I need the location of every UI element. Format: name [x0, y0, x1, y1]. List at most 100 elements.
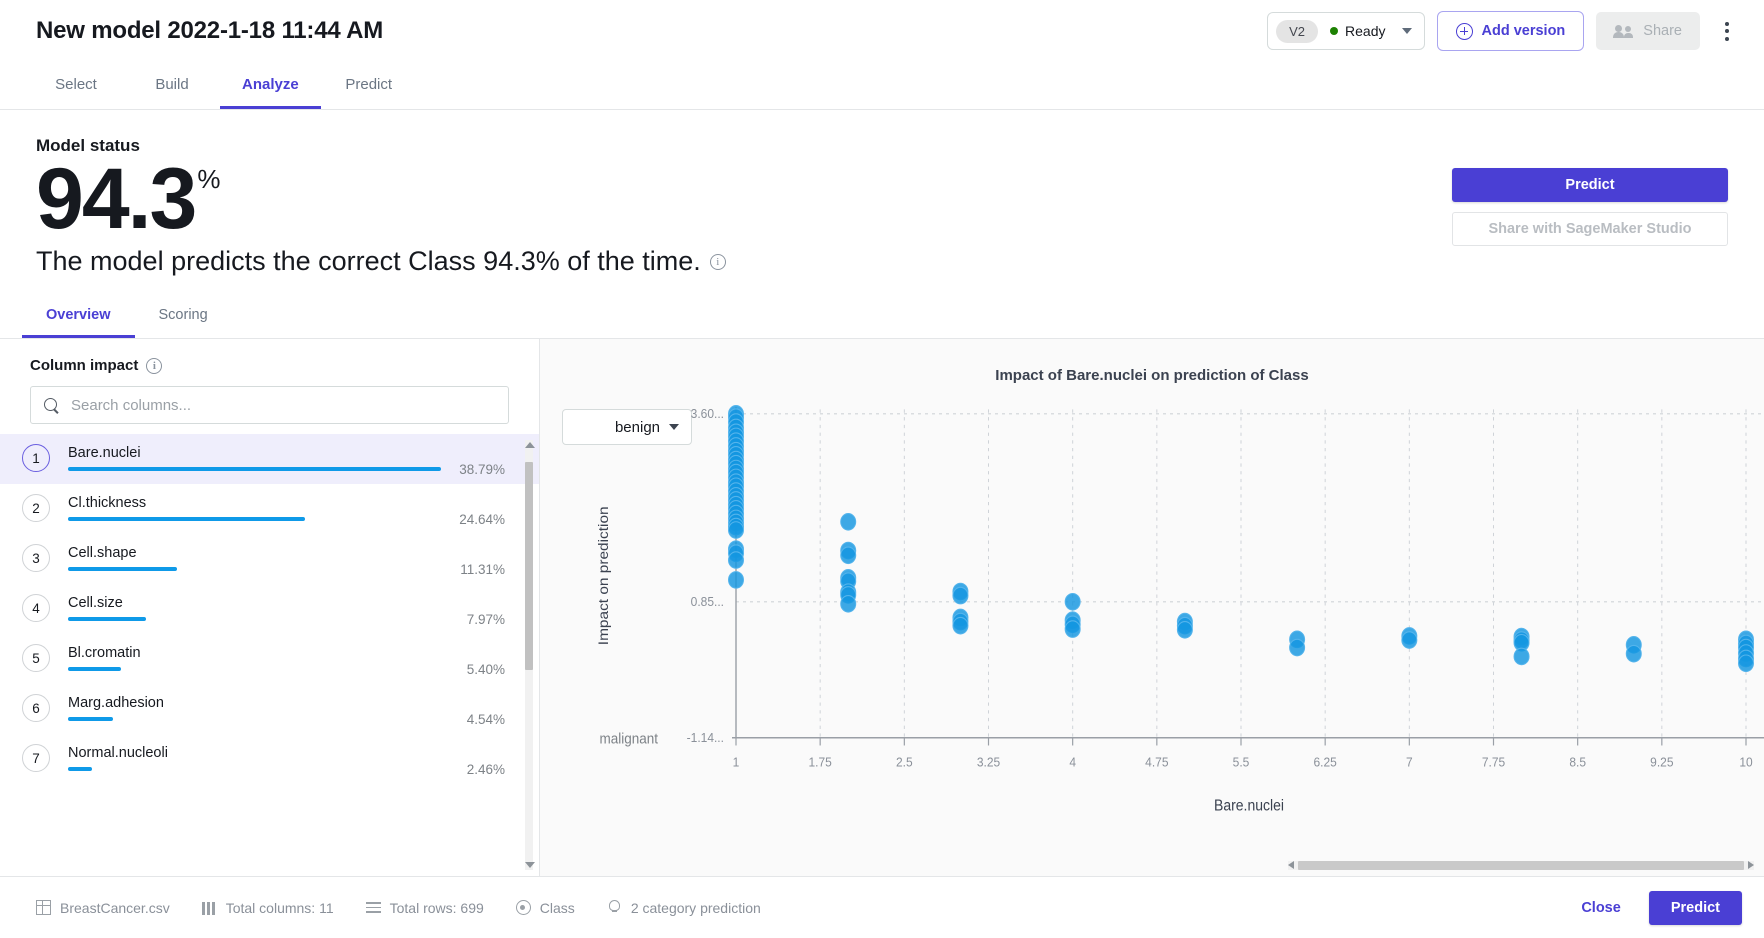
column-impact-row[interactable]: 4 Cell.size 7.97%: [0, 584, 539, 634]
predict-button[interactable]: Predict: [1452, 168, 1728, 202]
column-impact-row[interactable]: 3 Cell.shape 11.31%: [0, 534, 539, 584]
meta-total-rows: Total rows: 699: [365, 900, 484, 916]
impact-percent: 11.31%: [460, 562, 505, 578]
main-tabs: Select Build Analyze Predict: [0, 62, 1764, 110]
chart-horizontal-scrollbar[interactable]: [1288, 861, 1754, 870]
impact-bar-track: [68, 467, 442, 471]
column-impact-row[interactable]: 6 Marg.adhesion 4.54%: [0, 684, 539, 734]
svg-text:8.5: 8.5: [1569, 755, 1586, 770]
accuracy-sentence: The model predicts the correct Class 94.…: [36, 246, 1728, 277]
status-dot-icon: [1330, 27, 1339, 35]
column-impact-panel: Column impact i 1 Bare.nuclei 38.79% 2 Cl.th…: [0, 339, 540, 876]
column-name: Marg.adhesion: [68, 695, 164, 712]
svg-text:malignant: malignant: [600, 731, 659, 748]
analysis-body: Column impact i 1 Bare.nuclei 38.79% 2 Cl.th…: [0, 339, 1764, 876]
columns-icon: [201, 900, 217, 915]
scrollbar-thumb[interactable]: [525, 462, 533, 671]
impact-bar-track: [68, 717, 449, 721]
scroll-right-arrow-icon[interactable]: [1748, 861, 1754, 869]
column-main: Marg.adhesion: [68, 684, 449, 721]
tab-build[interactable]: Build: [124, 62, 220, 109]
scatter-plot-svg[interactable]: 1 1.75 2.5 3.25 4 4.75 5.5 6.25 7 7.75 8.5 9.25 10 3.…: [540, 394, 1764, 824]
column-rank-badge: 4: [22, 594, 50, 623]
column-impact-row[interactable]: 7 Normal.nucleoli 2.46%: [0, 734, 539, 784]
search-box[interactable]: [30, 386, 509, 425]
impact-bar-fill: [68, 467, 442, 471]
info-icon[interactable]: i: [709, 253, 726, 270]
tab-predict[interactable]: Predict: [321, 62, 417, 109]
column-name: Normal.nucleoli: [68, 745, 168, 762]
footer-predict-button[interactable]: Predict: [1648, 890, 1742, 925]
column-main: Bare.nuclei: [68, 434, 442, 471]
column-main: Cell.size: [68, 584, 449, 621]
column-rank-badge: 7: [22, 744, 50, 773]
column-impact-list: 1 Bare.nuclei 38.79% 2 Cl.thickness 24.64% 3 Ce…: [0, 434, 539, 876]
subtab-scoring[interactable]: Scoring: [135, 295, 232, 338]
column-impact-info-icon[interactable]: i: [146, 357, 163, 374]
column-rank-badge: 6: [22, 694, 50, 723]
svg-text:-1.14...: -1.14...: [687, 731, 724, 746]
add-version-button[interactable]: Add version: [1436, 11, 1585, 51]
search-icon: [44, 397, 59, 413]
impact-bar-fill: [68, 667, 121, 671]
meta-total-columns: Total columns: 11: [201, 900, 334, 916]
column-impact-row[interactable]: 1 Bare.nuclei 38.79%: [0, 434, 539, 485]
tab-analyze[interactable]: Analyze: [220, 62, 321, 109]
target-icon: [515, 900, 531, 915]
meta-dataset: BreastCancer.csv: [36, 900, 170, 916]
impact-percent: 2.46%: [466, 762, 505, 778]
column-name: Cl.thickness: [68, 495, 147, 512]
model-status-section: Model status 94.3 % The model predicts t…: [0, 110, 1764, 277]
rows-icon: [365, 900, 381, 915]
share-sagemaker-button[interactable]: Share with SageMaker Studio: [1452, 212, 1728, 246]
search-input[interactable]: [71, 396, 495, 414]
column-impact-row[interactable]: 2 Cl.thickness 24.64%: [0, 484, 539, 534]
automl-model-analyze-page: New model 2022-1-18 11:44 AM V2 Ready Ad…: [0, 0, 1764, 938]
svg-text:1: 1: [733, 755, 740, 770]
svg-text:4: 4: [1069, 755, 1076, 770]
table-icon: [36, 900, 51, 915]
version-status-dropdown[interactable]: V2 Ready: [1267, 12, 1425, 50]
column-name: Cell.shape: [68, 545, 137, 562]
impact-bar-track: [68, 567, 442, 571]
column-name: Bl.cromatin: [68, 645, 141, 662]
meta-prediction-type: 2 category prediction: [607, 900, 761, 916]
analysis-subtabs: Overview Scoring: [0, 295, 1764, 340]
impact-bar-fill: [68, 617, 147, 621]
column-main: Cl.thickness: [68, 484, 441, 521]
add-version-label: Add version: [1481, 23, 1566, 39]
version-badge: V2: [1276, 19, 1319, 43]
svg-text:3.25: 3.25: [977, 755, 1000, 770]
svg-text:7.75: 7.75: [1482, 755, 1505, 770]
column-rank-badge: 3: [22, 544, 50, 573]
tab-select[interactable]: Select: [28, 62, 124, 109]
scroll-down-arrow-icon[interactable]: [525, 862, 535, 868]
impact-chart-panel: Impact of Bare.nuclei on prediction of C…: [540, 339, 1764, 876]
column-rank-badge: 5: [22, 644, 50, 673]
status-actions: Predict Share with SageMaker Studio: [1452, 168, 1728, 246]
svg-text:1.75: 1.75: [809, 755, 832, 770]
chevron-down-icon: [1401, 28, 1412, 34]
meta-target-column: Class: [515, 900, 575, 916]
column-rank-badge: 1: [22, 444, 50, 473]
column-impact-row[interactable]: 5 Bl.cromatin 5.40%: [0, 634, 539, 684]
hscroll-thumb[interactable]: [1298, 861, 1744, 870]
subtab-overview[interactable]: Overview: [22, 295, 135, 339]
more-options-icon[interactable]: [1712, 14, 1742, 48]
accuracy-value: 94.3: [36, 151, 197, 247]
lightbulb-icon: [607, 900, 622, 915]
page-title: New model 2022-1-18 11:44 AM: [36, 17, 384, 44]
column-impact-title: Column impact: [30, 357, 139, 375]
impact-bar-track: [68, 517, 441, 521]
scroll-left-arrow-icon[interactable]: [1288, 861, 1294, 869]
scroll-up-arrow-icon[interactable]: [525, 442, 535, 449]
share-button[interactable]: Share: [1596, 12, 1700, 50]
impact-bar-fill: [68, 517, 306, 521]
column-list-scrollbar[interactable]: [525, 440, 535, 870]
impact-bar-track: [68, 617, 449, 621]
dataset-meta: BreastCancer.csv Total columns: 11 Total…: [36, 900, 761, 916]
close-button[interactable]: Close: [1563, 892, 1639, 924]
plus-circle-icon: [1455, 22, 1473, 40]
model-status-indicator: Ready: [1330, 23, 1386, 39]
svg-text:4.75: 4.75: [1145, 755, 1168, 770]
